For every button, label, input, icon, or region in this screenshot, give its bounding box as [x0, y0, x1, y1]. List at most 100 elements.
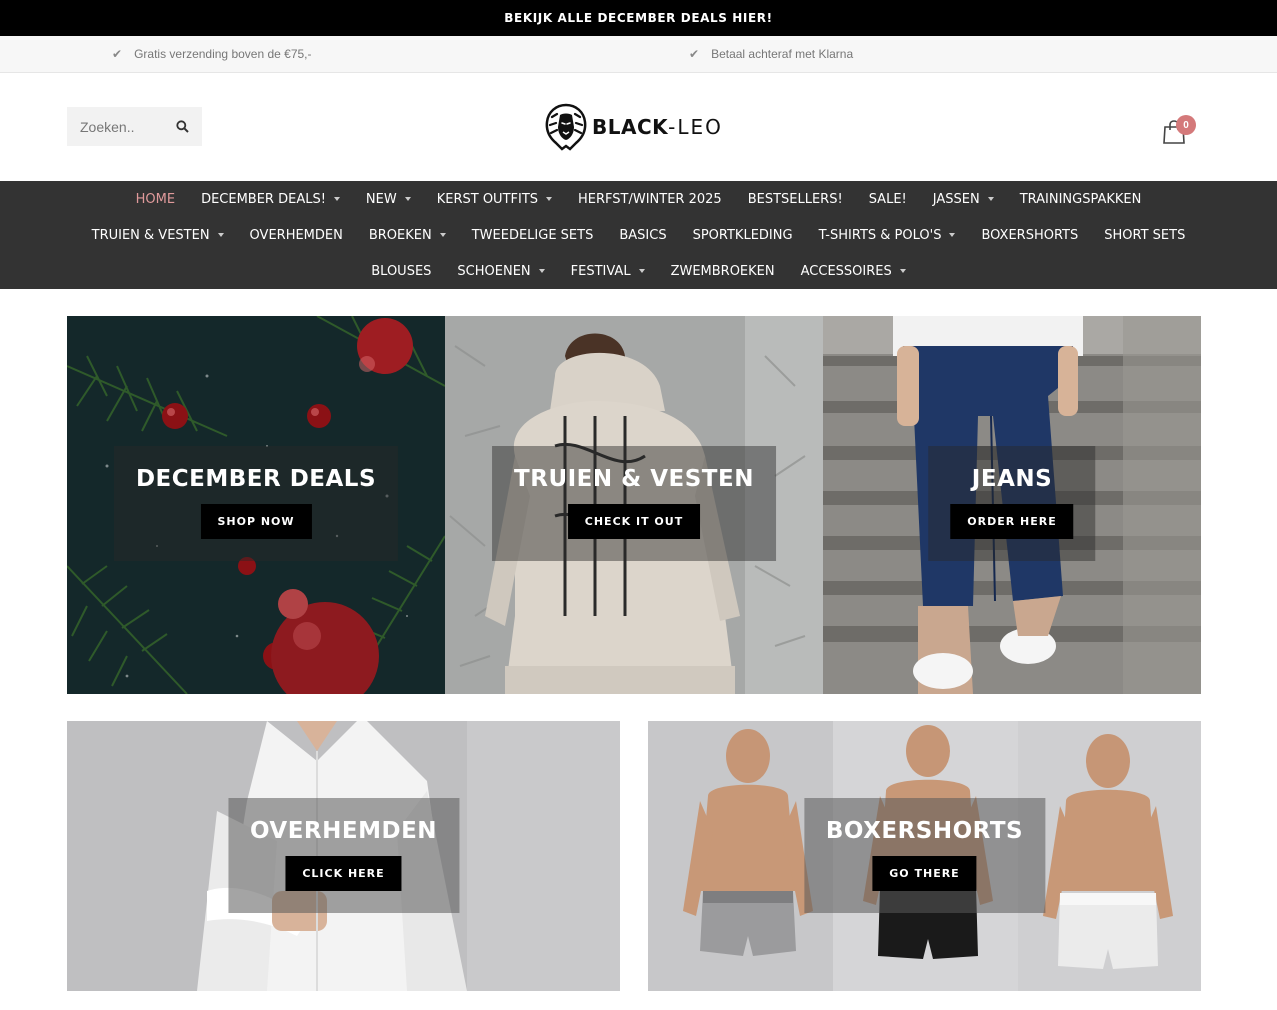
nav-row: TRUIEN & VESTEN OVERHEMDEN BROEKEN TWEEDELI… — [0, 217, 1277, 253]
chevron-down-icon — [987, 197, 994, 201]
nav-item-label: BLOUSES — [371, 263, 432, 279]
nav-item-label: TRAININGSPAKKEN — [1019, 191, 1142, 207]
usp-klarna: ✔ Betaal achteraf met Klarna — [689, 36, 853, 72]
usp-text: Gratis verzending boven de €75,- — [134, 47, 312, 61]
lion-head-icon — [545, 103, 587, 151]
banner-overlay: OVERHEMDEN CLICK HERE — [227, 798, 460, 913]
usp-bar: ✔ Gratis verzending boven de €75,- ✔ Bet… — [0, 36, 1277, 73]
cart-button[interactable]: 0 — [1162, 115, 1202, 145]
announcement-bar[interactable]: BEKIJK ALLE DECEMBER DEALS HIER! — [0, 0, 1277, 36]
chevron-down-icon — [333, 197, 340, 201]
chevron-down-icon — [638, 269, 645, 273]
nav-item-truien-vesten[interactable]: TRUIEN & VESTEN — [79, 228, 237, 243]
check-it-out-button[interactable]: CHECK IT OUT — [567, 504, 701, 539]
banner-overlay: JEANS ORDER HERE — [928, 446, 1096, 561]
banner-title: BOXERSHORTS — [825, 818, 1024, 844]
nav-item-festival[interactable]: FESTIVAL — [558, 264, 658, 279]
nav-item-bestsellers[interactable]: BESTSELLERS! — [735, 192, 856, 207]
usp-text: Betaal achteraf met Klarna — [711, 47, 854, 61]
nav-item-new[interactable]: NEW — [353, 192, 424, 207]
nav-item-label: BROEKEN — [368, 227, 432, 243]
chevron-down-icon — [439, 233, 446, 237]
search-icon — [175, 120, 189, 133]
nav-item-december-deals[interactable]: DECEMBER DEALS! — [188, 192, 353, 207]
nav-item-herfst-winter-2025[interactable]: HERFST/WINTER 2025 — [565, 192, 735, 207]
banner-title: JEANS — [971, 466, 1053, 492]
nav-item-sportkleding[interactable]: SPORTKLEDING — [680, 228, 806, 243]
nav-item-label: DECEMBER DEALS! — [201, 191, 326, 207]
cart-count-badge: 0 — [1176, 115, 1196, 135]
site-header: BLACK-LEO 0 — [0, 73, 1277, 181]
category-banners-bottom: OVERHEMDEN CLICK HERE BOXERSHORTS GO THE… — [67, 721, 1201, 991]
banner-overlay: BOXERSHORTS GO THERE — [803, 798, 1046, 913]
nav-item-label: JASSEN — [932, 191, 980, 207]
nav-item-label: SCHOENEN — [457, 263, 531, 279]
nav-item-jassen[interactable]: JASSEN — [920, 192, 1007, 207]
announcement-text: BEKIJK ALLE DECEMBER DEALS HIER! — [504, 11, 773, 25]
banner-title: TRUIEN & VESTEN — [514, 466, 754, 492]
chevron-down-icon — [404, 197, 411, 201]
shop-now-button[interactable]: SHOP NOW — [200, 504, 312, 539]
banner-truien-vesten[interactable]: TRUIEN & VESTEN CHECK IT OUT — [445, 316, 823, 694]
search-button[interactable] — [167, 107, 197, 146]
nav-item-label: KERST OUTFITS — [436, 191, 539, 207]
order-here-button[interactable]: ORDER HERE — [950, 504, 1074, 539]
banner-overhemden[interactable]: OVERHEMDEN CLICK HERE — [67, 721, 620, 991]
main-navigation: HOME DECEMBER DEALS! NEW KERST OUTFITS HERFS… — [0, 181, 1277, 289]
nav-item-label: TWEEDELIGE SETS — [471, 227, 594, 243]
checkmark-icon: ✔ — [112, 47, 123, 61]
banner-overlay: TRUIEN & VESTEN CHECK IT OUT — [492, 446, 776, 561]
nav-item-label: SHORT SETS — [1104, 227, 1186, 243]
nav-item-label: BESTSELLERS! — [747, 191, 843, 207]
checkmark-icon: ✔ — [689, 47, 700, 61]
banner-boxershorts[interactable]: BOXERSHORTS GO THERE — [648, 721, 1201, 991]
nav-item-trainingspakken[interactable]: TRAININGSPAKKEN — [1007, 192, 1155, 207]
nav-item-label: TRUIEN & VESTEN — [91, 227, 210, 243]
nav-item-label: OVERHEMDEN — [249, 227, 343, 243]
nav-item-label: BASICS — [619, 227, 667, 243]
nav-item-short-sets[interactable]: SHORT SETS — [1091, 228, 1198, 243]
nav-row: HOME DECEMBER DEALS! NEW KERST OUTFITS HERFS… — [0, 181, 1277, 217]
site-logo[interactable]: BLACK -LEO — [544, 103, 723, 151]
banner-title: OVERHEMDEN — [249, 818, 438, 844]
nav-item-basics[interactable]: BASICS — [606, 228, 679, 243]
click-here-button[interactable]: CLICK HERE — [285, 856, 402, 891]
nav-item-label: SPORTKLEDING — [692, 227, 793, 243]
nav-item-label: SALE! — [868, 191, 907, 207]
banner-jeans[interactable]: JEANS ORDER HERE — [823, 316, 1201, 694]
nav-item-label: HOME — [135, 191, 176, 207]
search-box — [67, 107, 202, 146]
chevron-down-icon — [949, 233, 956, 237]
nav-row: BLOUSES SCHOENEN FESTIVAL ZWEMBROEKEN ACCESS… — [0, 253, 1277, 289]
chevron-down-icon — [546, 197, 553, 201]
nav-item-boxershorts[interactable]: BOXERSHORTS — [968, 228, 1091, 243]
usp-free-shipping: ✔ Gratis verzending boven de €75,- — [112, 36, 312, 72]
nav-item-label: NEW — [365, 191, 397, 207]
logo-wordmark: BLACK -LEO — [592, 115, 723, 139]
nav-item-label: HERFST/WINTER 2025 — [578, 191, 722, 207]
search-input[interactable] — [67, 118, 167, 135]
banner-title: DECEMBER DEALS — [135, 466, 377, 492]
chevron-down-icon — [538, 269, 545, 273]
category-banners-top: DECEMBER DEALS SHOP NOW TRUIEN & VESTEN … — [67, 316, 1201, 694]
nav-item-home[interactable]: HOME — [123, 192, 188, 207]
nav-item-schoenen[interactable]: SCHOENEN — [444, 264, 557, 279]
nav-item-blouses[interactable]: BLOUSES — [358, 264, 444, 279]
nav-item-label: T-SHIRTS & POLO'S — [818, 227, 942, 243]
nav-item-label: BOXERSHORTS — [981, 227, 1079, 243]
nav-item-broeken[interactable]: BROEKEN — [356, 228, 459, 243]
banner-december-deals[interactable]: DECEMBER DEALS SHOP NOW — [67, 316, 445, 694]
chevron-down-icon — [899, 269, 906, 273]
banner-overlay: DECEMBER DEALS SHOP NOW — [113, 446, 399, 561]
nav-item-accessoires[interactable]: ACCESSOIRES — [788, 264, 919, 279]
go-there-button[interactable]: GO THERE — [872, 856, 977, 891]
nav-item-label: ACCESSOIRES — [800, 263, 892, 279]
nav-item-label: FESTIVAL — [570, 263, 631, 279]
nav-item-t-shirts-polo-s[interactable]: T-SHIRTS & POLO'S — [806, 228, 969, 243]
nav-item-zwembroeken[interactable]: ZWEMBROEKEN — [658, 264, 788, 279]
nav-item-sale[interactable]: SALE! — [856, 192, 920, 207]
nav-item-tweedelige-sets[interactable]: TWEEDELIGE SETS — [459, 228, 607, 243]
chevron-down-icon — [217, 233, 224, 237]
nav-item-kerst-outfits[interactable]: KERST OUTFITS — [424, 192, 565, 207]
nav-item-overhemden[interactable]: OVERHEMDEN — [237, 228, 356, 243]
